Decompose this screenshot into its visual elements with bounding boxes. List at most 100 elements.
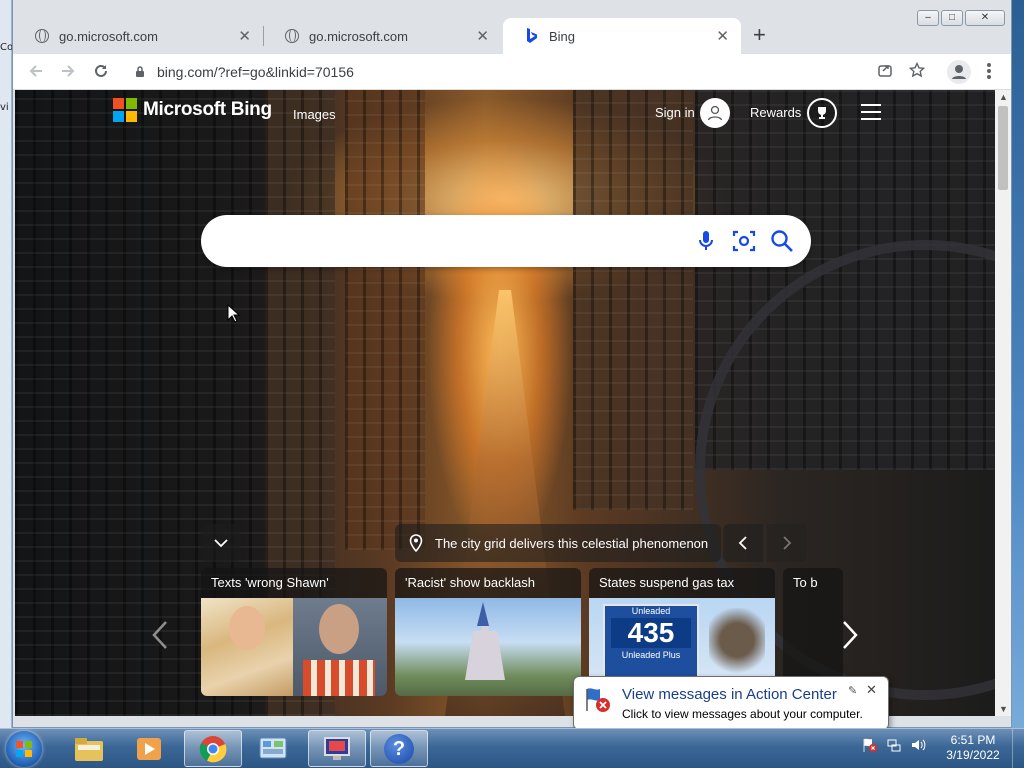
carousel-next-button[interactable] — [841, 620, 859, 656]
tab-go-microsoft-2[interactable]: go.microsoft.com ✕ — [263, 18, 501, 54]
monitor-icon — [324, 736, 350, 760]
close-notification-button[interactable]: ✕ — [866, 682, 877, 698]
location-pin-icon — [409, 534, 423, 552]
action-center-flag-icon[interactable] — [862, 737, 878, 753]
tab-bing[interactable]: Bing ✕ — [503, 18, 741, 54]
news-card[interactable]: Texts 'wrong Shawn' — [201, 568, 387, 696]
background-window-text: vi — [0, 102, 9, 113]
share-icon[interactable] — [875, 62, 895, 82]
gas-price: 435 — [611, 618, 691, 648]
lock-icon[interactable] — [135, 66, 145, 77]
taskbar-remote-desktop[interactable] — [308, 730, 366, 767]
chevron-right-icon — [843, 621, 858, 649]
tab-title: go.microsoft.com — [59, 28, 158, 44]
address-bar[interactable]: bing.com/?ref=go&linkid=70156 — [123, 58, 953, 86]
pin-icon[interactable]: ✎ — [848, 684, 857, 697]
taskbar-help[interactable]: ? — [370, 730, 428, 767]
chrome-icon — [199, 735, 227, 762]
notification-heading[interactable]: View messages in Action Center — [622, 686, 837, 703]
show-desktop-button[interactable] — [1012, 729, 1024, 768]
building — [345, 90, 425, 550]
new-tab-button[interactable]: + — [753, 24, 766, 46]
browser-toolbar: bing.com/?ref=go&linkid=70156 — [13, 54, 1011, 90]
microphone-icon[interactable] — [693, 228, 719, 254]
chevron-down-icon — [214, 539, 228, 548]
next-image-button[interactable] — [767, 524, 807, 562]
page-scrollbar[interactable]: ▲ ▼ — [995, 90, 1011, 716]
taskbar: ? 6:51 PM 3/19/2022 — [0, 728, 1024, 768]
close-tab-icon[interactable]: ✕ — [716, 27, 729, 45]
menu-kebab-icon[interactable] — [979, 62, 999, 84]
news-card-title: To b — [793, 575, 818, 590]
microsoft-logo-icon — [113, 98, 137, 122]
taskbar-chrome[interactable] — [184, 730, 242, 767]
window-controls: – □ ✕ — [917, 10, 1005, 26]
clock-time: 6:51 PM — [950, 733, 996, 747]
trophy-icon[interactable] — [807, 98, 837, 128]
tab-go-microsoft-1[interactable]: go.microsoft.com ✕ — [13, 18, 263, 54]
clock-date: 3/19/2022 — [946, 748, 1000, 762]
brand-text: Microsoft Bing — [143, 99, 272, 120]
network-icon[interactable] — [886, 737, 902, 753]
bing-favicon-icon — [527, 28, 537, 43]
notification-text: Click to view messages about your comput… — [622, 707, 863, 721]
scroll-down-arrow-icon[interactable]: ▼ — [999, 704, 1008, 714]
gas-sign-label: Unleaded — [631, 606, 671, 616]
news-card[interactable]: 'Racist' show backlash — [395, 568, 581, 696]
forward-arrow-icon[interactable] — [58, 62, 78, 84]
scroll-up-arrow-icon[interactable]: ▲ — [999, 92, 1008, 102]
maximize-button[interactable]: □ — [941, 10, 963, 26]
search-input[interactable] — [225, 225, 685, 257]
chevron-right-icon — [783, 536, 792, 550]
close-window-button[interactable]: ✕ — [965, 10, 1005, 26]
taskbar-control-panel[interactable] — [244, 730, 302, 767]
collapse-feed-button[interactable] — [201, 524, 241, 562]
reload-icon[interactable] — [91, 62, 111, 84]
volume-icon[interactable] — [910, 737, 926, 753]
system-clock[interactable]: 6:51 PM 3/19/2022 — [940, 733, 1006, 763]
url-text[interactable]: bing.com/?ref=go&linkid=70156 — [157, 64, 354, 80]
user-avatar-icon[interactable] — [700, 98, 730, 128]
tab-title: Bing — [549, 28, 576, 44]
news-card-title: Texts 'wrong Shawn' — [211, 575, 329, 590]
globe-icon — [35, 29, 49, 43]
visual-search-icon[interactable] — [731, 228, 757, 254]
bing-logo[interactable]: Microsoft Bing — [113, 98, 272, 122]
carousel-prev-button[interactable] — [151, 620, 169, 656]
search-icon[interactable] — [769, 228, 795, 254]
hamburger-menu-icon[interactable] — [861, 104, 881, 120]
image-caption[interactable]: The city grid delivers this celestial ph… — [395, 524, 721, 562]
start-button[interactable] — [6, 731, 42, 767]
bookmark-star-icon[interactable] — [907, 61, 927, 82]
scrollbar-thumb[interactable] — [998, 106, 1008, 190]
search-box[interactable] — [201, 215, 811, 267]
globe-icon — [285, 29, 299, 43]
chevron-left-icon — [738, 536, 747, 550]
back-arrow-icon[interactable] — [26, 62, 46, 84]
windows-logo-icon — [16, 741, 32, 757]
mouse-cursor-icon — [227, 304, 241, 323]
tab-strip: go.microsoft.com ✕ go.microsoft.com ✕ Bi… — [13, 0, 1011, 54]
previous-image-button[interactable] — [723, 524, 763, 562]
taskbar-explorer[interactable] — [60, 730, 118, 767]
background-window-edge[interactable]: Co vi — [0, 0, 13, 728]
action-center-notification[interactable]: View messages in Action Center Click to … — [573, 676, 889, 739]
nav-images-link[interactable]: Images — [293, 107, 336, 122]
building — [573, 90, 693, 510]
news-card-image — [395, 598, 581, 696]
system-tray — [862, 737, 926, 753]
tab-title: go.microsoft.com — [309, 28, 408, 44]
news-card-title: States suspend gas tax — [599, 575, 735, 590]
close-tab-icon[interactable]: ✕ — [238, 27, 251, 45]
caption-text: The city grid delivers this celestial ph… — [435, 535, 709, 551]
news-card-title: 'Racist' show backlash — [405, 575, 535, 590]
gas-sign-label: Unleaded Plus — [621, 650, 681, 660]
profile-avatar-icon[interactable] — [947, 60, 971, 84]
help-icon: ? — [384, 733, 414, 764]
taskbar-media-player[interactable] — [120, 730, 178, 767]
minimize-button[interactable]: – — [917, 10, 939, 26]
sign-in-link[interactable]: Sign in — [655, 105, 695, 120]
rewards-link[interactable]: Rewards — [750, 105, 801, 120]
folder-icon — [75, 737, 103, 761]
close-tab-icon[interactable]: ✕ — [476, 27, 489, 45]
